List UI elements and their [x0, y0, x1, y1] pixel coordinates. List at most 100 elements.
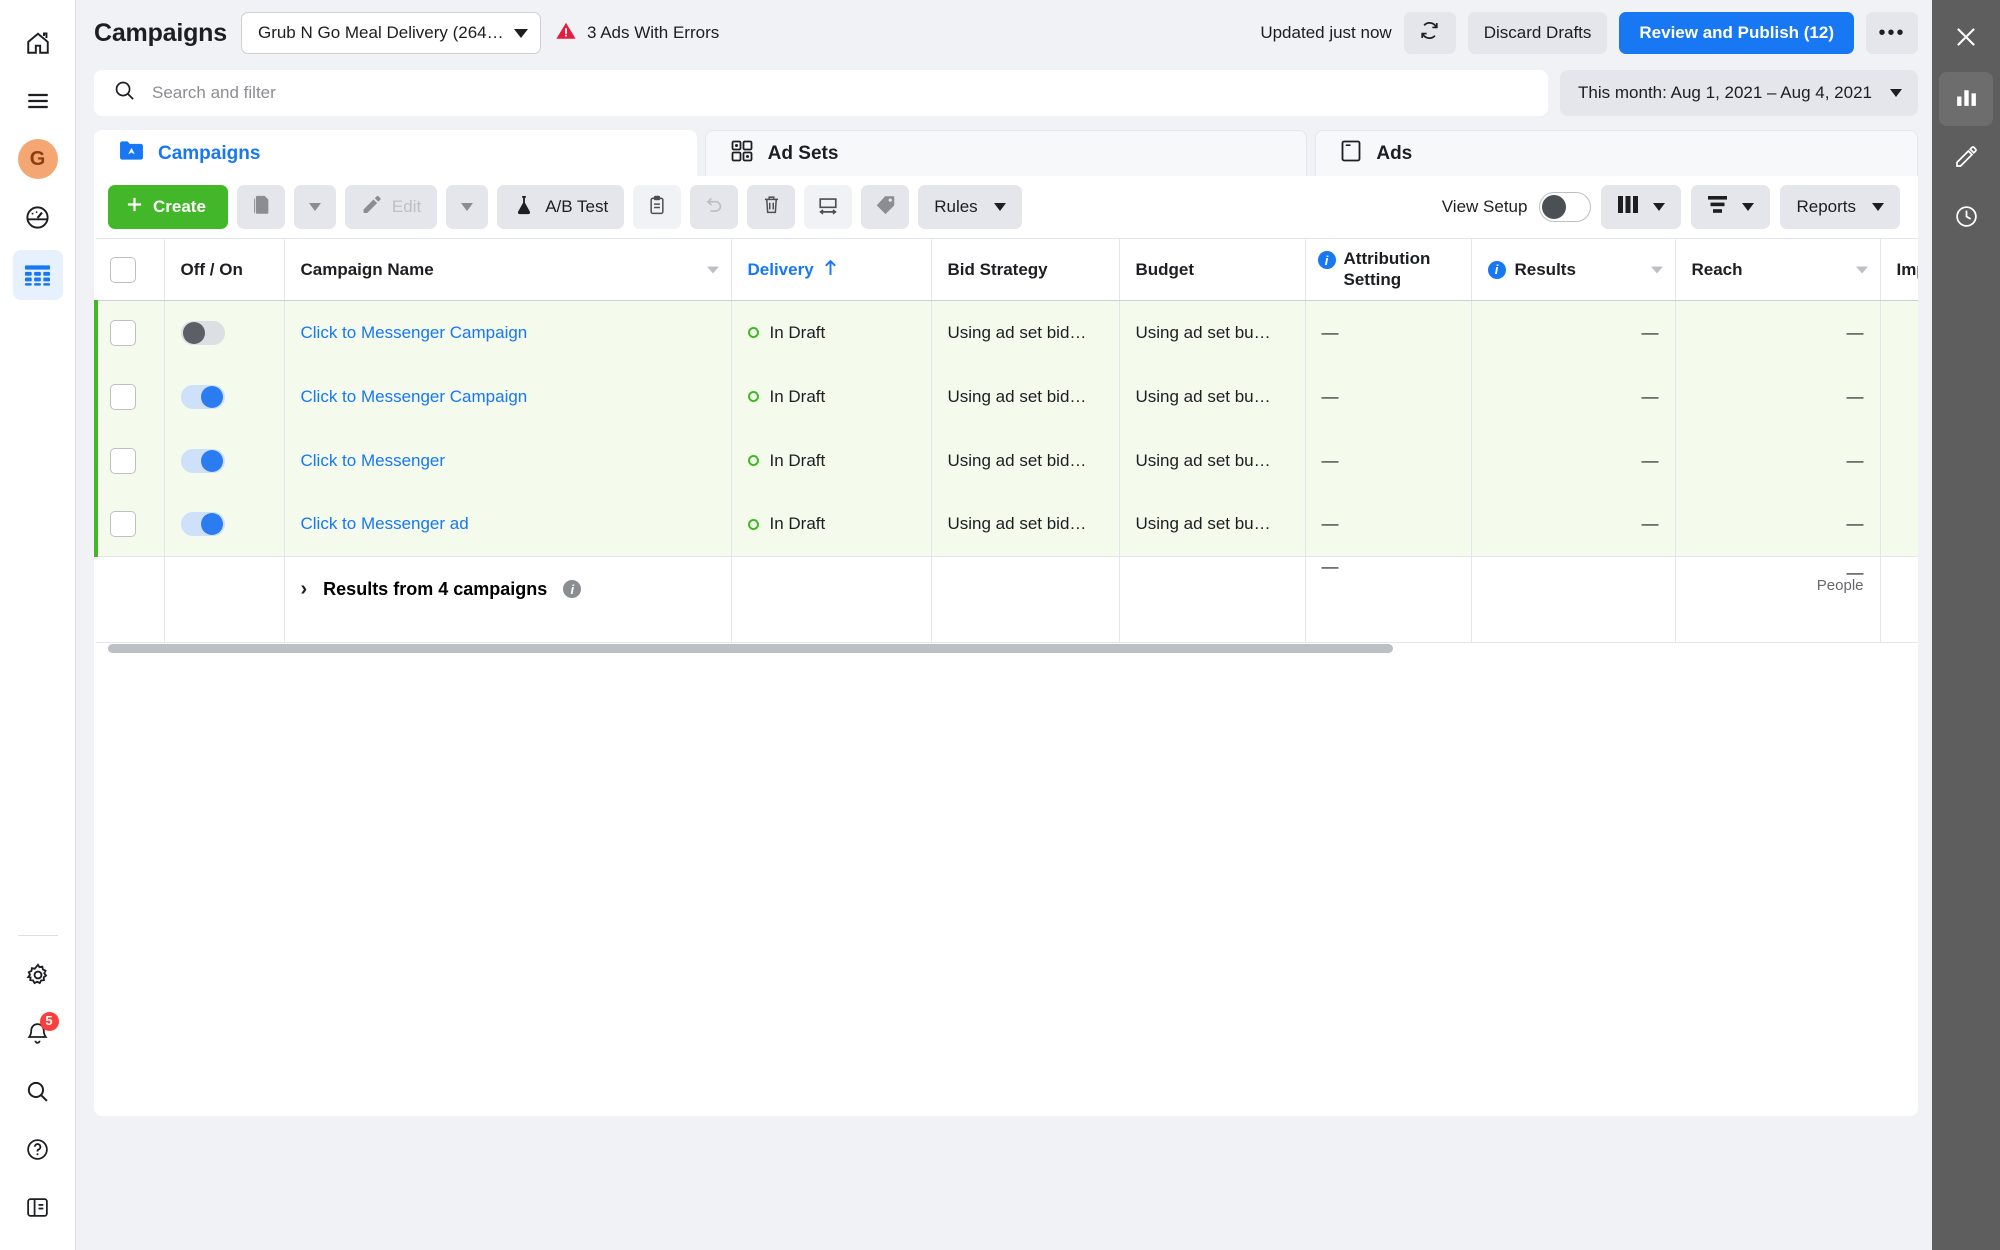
campaign-name-link[interactable]: Click to Messenger Campaign — [301, 323, 528, 342]
row-checkbox-cell[interactable] — [94, 364, 165, 429]
chevron-right-icon[interactable]: › — [301, 578, 308, 601]
tag-button[interactable] — [861, 185, 910, 229]
summary-impressions-cell — [1880, 556, 1918, 643]
discard-drafts-button[interactable]: Discard Drafts — [1467, 12, 1608, 54]
row-toggle-cell[interactable] — [164, 364, 285, 429]
row-on-off-toggle[interactable] — [180, 384, 225, 409]
clipboard-button[interactable] — [633, 185, 682, 229]
duplicate-button[interactable] — [236, 185, 285, 229]
campaign-name-link[interactable]: Click to Messenger — [301, 451, 446, 470]
campaign-name-link[interactable]: Click to Messenger Campaign — [301, 387, 528, 406]
table-row[interactable]: Click to Messenger ad In Draft Using ad … — [94, 492, 1918, 557]
left-nav-rail: G 5 — [0, 0, 76, 1250]
chevron-down-icon — [1653, 203, 1666, 211]
date-range-picker[interactable]: This month: Aug 1, 2021 – Aug 4, 2021 — [1560, 70, 1918, 116]
refresh-button[interactable] — [1403, 12, 1456, 54]
row-name-cell[interactable]: Click to Messenger Campaign — [284, 364, 732, 429]
row-impressions-cell — [1880, 428, 1918, 493]
tab-ads[interactable]: Ads — [1315, 130, 1919, 176]
export-button[interactable] — [804, 185, 853, 229]
row-name-cell[interactable]: Click to Messenger Campaign — [284, 300, 732, 365]
row-checkbox[interactable] — [110, 319, 136, 346]
ab-test-button[interactable]: A/B Test — [497, 185, 625, 229]
table-row[interactable]: Click to Messenger In Draft Using ad set… — [94, 428, 1918, 493]
account-selector[interactable]: Grub N Go Meal Delivery (2642015086… — [240, 12, 541, 54]
nav-collapse[interactable] — [13, 1182, 63, 1232]
horizontal-scrollbar-thumb[interactable] — [108, 644, 1393, 653]
row-checkbox-cell[interactable] — [94, 492, 165, 557]
row-toggle-cell[interactable] — [164, 428, 285, 493]
table-row[interactable]: Click to Messenger Campaign In Draft Usi… — [94, 300, 1918, 365]
header-select-all[interactable] — [96, 238, 165, 301]
reports-button[interactable]: Reports — [1780, 185, 1900, 229]
panel-insights[interactable] — [1939, 72, 1993, 126]
row-checkbox[interactable] — [110, 511, 136, 538]
edit-button[interactable]: Edit — [344, 185, 438, 229]
info-icon[interactable]: i — [563, 580, 582, 598]
row-toggle-cell[interactable] — [164, 300, 285, 365]
nav-notifications[interactable]: 5 — [13, 1008, 63, 1058]
select-all-checkbox[interactable] — [110, 256, 136, 283]
search-and-filter-box[interactable]: Search and filter — [94, 70, 1549, 116]
reach-sort-caret[interactable] — [1855, 266, 1868, 273]
info-icon[interactable]: i — [1487, 260, 1506, 279]
row-checkbox[interactable] — [110, 447, 136, 474]
header-attribution-setting: i Attribution Setting — [1305, 238, 1472, 301]
chart-icon — [1954, 84, 1979, 114]
errors-indicator[interactable]: 3 Ads With Errors — [555, 20, 719, 47]
row-checkbox-cell[interactable] — [94, 300, 165, 365]
row-name-cell[interactable]: Click to Messenger ad — [284, 492, 732, 557]
row-on-off-toggle[interactable] — [180, 512, 225, 537]
tab-label: Ad Sets — [767, 142, 839, 164]
info-icon[interactable]: i — [1317, 251, 1336, 270]
tab-ad-sets[interactable]: Ad Sets — [704, 130, 1308, 176]
nav-settings[interactable] — [13, 950, 63, 1000]
columns-button[interactable] — [1601, 185, 1682, 229]
rules-button[interactable]: Rules — [918, 185, 1022, 229]
row-attribution-cell: — — [1305, 428, 1472, 493]
campaign-name-sort-caret[interactable] — [706, 266, 719, 273]
nav-campaigns-table[interactable] — [12, 250, 63, 300]
delete-button[interactable] — [747, 185, 796, 229]
row-impressions-cell — [1880, 300, 1918, 365]
header-delivery[interactable]: Delivery — [731, 238, 932, 301]
duplicate-dropdown-button[interactable] — [293, 185, 336, 229]
row-on-off-toggle[interactable] — [180, 448, 225, 473]
row-reach-cell: — — [1675, 364, 1881, 429]
results-sort-caret[interactable] — [1650, 266, 1663, 273]
review-and-publish-button[interactable]: Review and Publish (12) — [1619, 12, 1854, 54]
horizontal-scrollbar[interactable] — [108, 643, 1918, 655]
row-name-cell[interactable]: Click to Messenger — [284, 428, 732, 493]
create-button[interactable]: Create — [108, 185, 228, 229]
tab-campaigns[interactable]: Campaigns — [94, 130, 697, 176]
campaign-name-link[interactable]: Click to Messenger ad — [301, 514, 469, 533]
nav-home[interactable] — [13, 18, 63, 68]
nav-performance[interactable] — [13, 192, 63, 242]
row-toggle-cell[interactable] — [164, 492, 285, 557]
table-row[interactable]: Click to Messenger Campaign In Draft Usi… — [94, 364, 1918, 429]
nav-account-avatar[interactable]: G — [13, 134, 63, 184]
header-results: i Results — [1471, 238, 1676, 301]
summary-reach-cell: — People — [1675, 556, 1881, 643]
row-delivery-cell: In Draft — [731, 428, 932, 493]
nav-help[interactable] — [13, 1124, 63, 1174]
more-options-button[interactable]: ••• — [1866, 12, 1918, 54]
status-dot-icon — [747, 327, 759, 339]
delivery-status: In Draft — [769, 450, 826, 470]
undo-button[interactable] — [690, 185, 739, 229]
column-label: Bid Strategy — [947, 259, 1048, 279]
panel-edit[interactable] — [1939, 132, 1993, 186]
row-on-off-toggle[interactable] — [180, 320, 225, 345]
row-checkbox-cell[interactable] — [94, 428, 165, 493]
breakdown-button[interactable] — [1691, 185, 1771, 229]
row-results-cell: — — [1471, 364, 1676, 429]
panel-history[interactable] — [1939, 192, 1993, 246]
pencil-icon — [1954, 145, 1978, 174]
nav-search[interactable] — [13, 1066, 63, 1116]
row-checkbox[interactable] — [110, 383, 136, 410]
close-panel-button[interactable] — [1939, 12, 1993, 66]
nav-menu[interactable] — [13, 76, 63, 126]
header-reach: Reach — [1675, 238, 1881, 301]
view-setup-toggle[interactable] — [1539, 192, 1592, 222]
edit-dropdown-button[interactable] — [446, 185, 489, 229]
